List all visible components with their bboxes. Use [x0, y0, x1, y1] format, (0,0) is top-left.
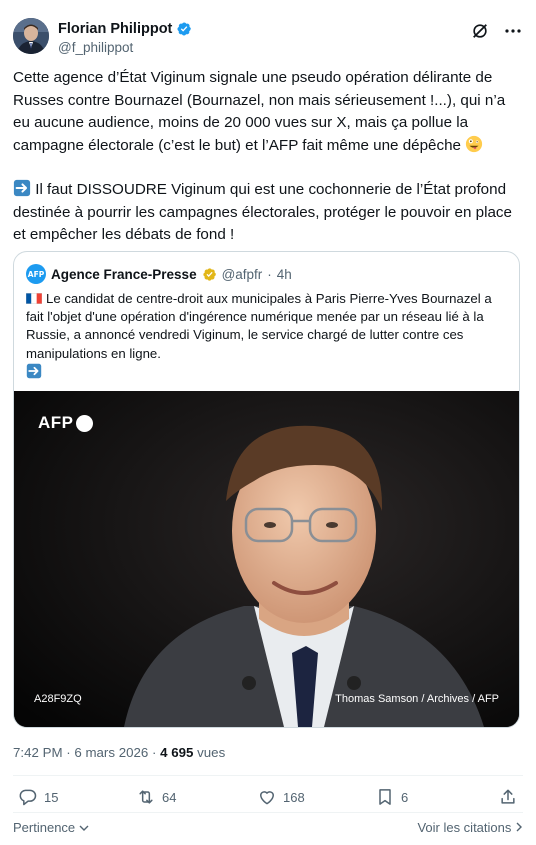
divider-top — [13, 775, 523, 776]
view-quotes-link[interactable]: Voir les citations — [417, 820, 523, 835]
grok-icon[interactable] — [471, 22, 489, 40]
reply-icon — [19, 789, 37, 806]
afp-logo-dot — [75, 414, 93, 432]
heart-icon — [260, 791, 274, 805]
like-count: 168 — [283, 789, 305, 805]
tweet-paragraph-2: Il faut DISSOUDRE Viginum qui est une co… — [13, 181, 512, 243]
reply-button[interactable]: 15 — [18, 787, 58, 807]
quote-avatar: AFP — [26, 264, 46, 284]
view-quotes-label: Voir les citations — [417, 820, 512, 835]
views-label: vues — [197, 745, 226, 760]
meta-separator-2: · — [152, 745, 157, 760]
reply-count: 15 — [44, 789, 59, 805]
tweet-time[interactable]: 7:42 PM — [13, 745, 63, 760]
afp-logo: AFP — [38, 413, 93, 433]
repost-button[interactable]: 64 — [136, 787, 176, 807]
photo-code: A28F9ZQ — [34, 693, 82, 705]
quote-timestamp: 4h — [276, 266, 292, 282]
share-button[interactable] — [498, 787, 518, 807]
repost-icon — [139, 790, 153, 804]
afp-logo-text: AFP — [38, 413, 74, 432]
tweet-meta: 7:42 PM · 6 mars 2026 · 4 695 vues — [13, 745, 225, 760]
more-options-icon[interactable] — [503, 22, 523, 40]
quote-media-image[interactable]: AFP A28F9ZQ Thomas Samson / Archives / A… — [14, 391, 519, 727]
tweet-header: Florian Philippot @f_philippot — [13, 18, 523, 58]
zany-face-emoji-icon — [466, 135, 483, 152]
france-flag-icon — [26, 293, 42, 304]
views-count: 4 695 — [160, 745, 194, 760]
right-arrow-emoji-icon — [26, 363, 42, 379]
photo-credit: Thomas Samson / Archives / AFP — [335, 693, 499, 705]
quote-author-handle: @afpfr — [221, 266, 263, 282]
sort-relevance-button[interactable]: Pertinence — [13, 820, 89, 835]
tweet-text: Cette agence d’État Viginum signale une … — [13, 67, 523, 247]
chevron-down-icon — [79, 825, 89, 831]
repost-count: 64 — [162, 789, 177, 805]
chevron-right-icon — [516, 822, 522, 832]
action-bar: 15 64 168 6 — [13, 787, 523, 813]
bookmark-button[interactable]: 6 — [375, 787, 408, 807]
share-icon — [501, 789, 515, 804]
like-button[interactable]: 168 — [257, 787, 305, 807]
tweet-date[interactable]: 6 mars 2026 — [74, 745, 148, 760]
sort-label: Pertinence — [13, 820, 76, 835]
author-name[interactable]: Florian Philippot — [58, 20, 172, 38]
bookmark-count: 6 — [401, 789, 409, 805]
verified-badge-icon — [177, 22, 192, 36]
bookmark-icon — [379, 789, 391, 805]
tweet-paragraph-1: Cette agence d’État Viginum signale une … — [13, 69, 506, 154]
quote-author-name: Agence France-Presse — [51, 266, 197, 282]
gold-verified-badge-icon — [202, 267, 216, 281]
quote-text: Le candidat de centre-droit aux municipa… — [26, 290, 511, 381]
author-avatar[interactable] — [13, 18, 49, 54]
author-handle[interactable]: @f_philippot — [58, 39, 192, 57]
quoted-tweet-card[interactable]: AFP Agence France-Presse @afpfr · 4h Le … — [13, 251, 520, 728]
right-arrow-emoji-icon — [13, 179, 31, 197]
quote-separator: · — [267, 266, 272, 282]
divider-bottom — [13, 812, 523, 813]
quote-body: Le candidat de centre-droit aux municipa… — [26, 291, 492, 361]
portrait-photo — [14, 391, 519, 727]
meta-separator: · — [66, 745, 71, 760]
